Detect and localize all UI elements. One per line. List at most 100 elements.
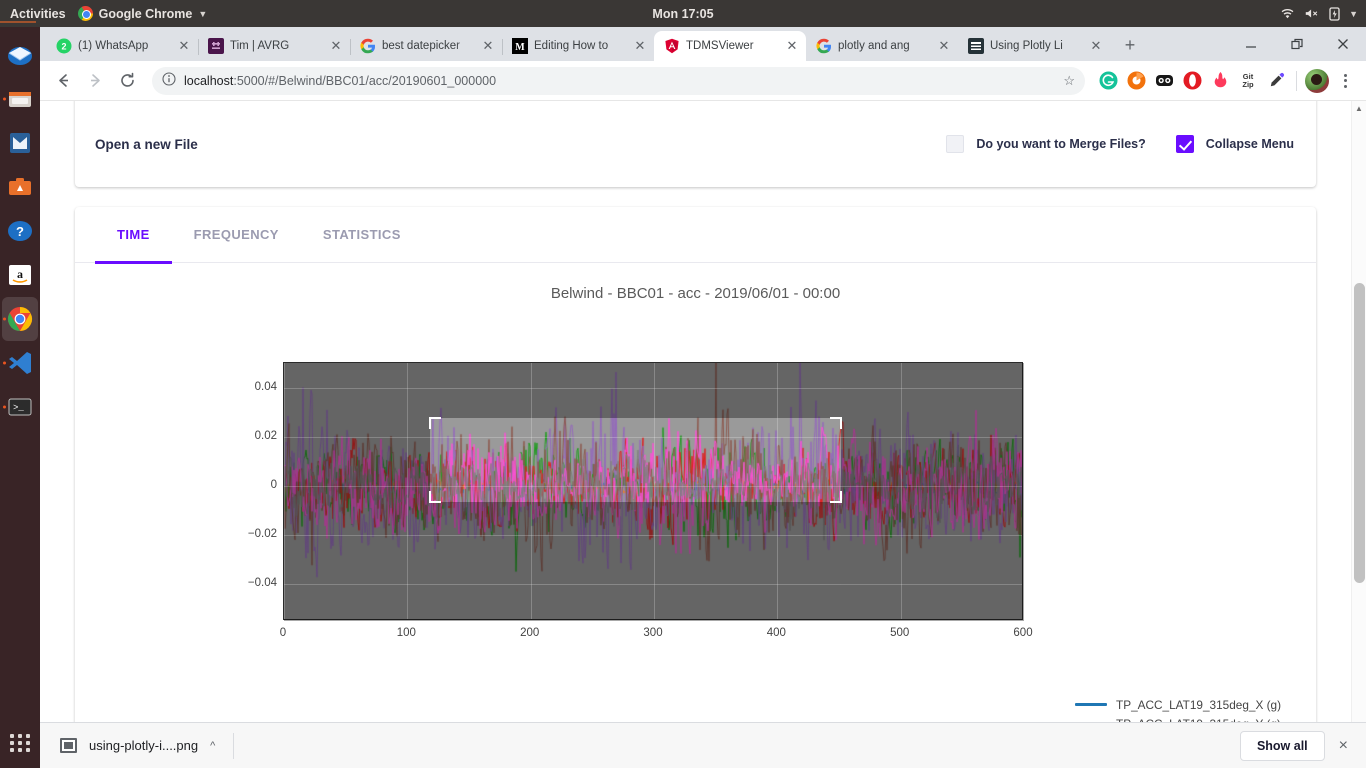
app-menu-button[interactable]: Google Chrome ▼ xyxy=(77,6,207,21)
browser-tab-whatsapp[interactable]: 2 (1) WhatsApp ✕ xyxy=(46,31,199,61)
grid-dot xyxy=(17,741,22,745)
legend-item[interactable]: TP_ACC_LAT19_315deg_X (g) xyxy=(1075,695,1284,714)
terminal-icon: >_ xyxy=(6,393,34,421)
tab-statistics[interactable]: STATISTICS xyxy=(301,207,423,263)
url-host: localhost xyxy=(184,73,234,88)
selection-handle-bl[interactable] xyxy=(428,490,441,503)
browser-tab-tim-avrg[interactable]: Tim | AVRG ✕ xyxy=(198,31,351,61)
tab-time[interactable]: TIME xyxy=(95,207,172,264)
system-tray[interactable]: ▼ xyxy=(1280,6,1358,21)
chart-title: Belwind - BBC01 - acc - 2019/06/01 - 00:… xyxy=(550,285,841,302)
battery-icon xyxy=(1329,6,1340,21)
tab-title: Using Plotly Li xyxy=(990,40,1063,52)
close-icon[interactable]: ✕ xyxy=(176,38,192,54)
kebab-menu-icon[interactable] xyxy=(1332,68,1358,94)
google-chrome-icon xyxy=(6,305,34,333)
avatar[interactable] xyxy=(1304,68,1330,94)
dock-item-google-chrome[interactable] xyxy=(2,297,38,341)
close-icon[interactable]: ✕ xyxy=(784,38,800,54)
close-icon[interactable] xyxy=(1320,27,1366,61)
new-tab-button[interactable]: + xyxy=(1116,31,1144,59)
restore-icon[interactable] xyxy=(1274,27,1320,61)
files-icon xyxy=(6,85,34,113)
page-scrollbar[interactable]: ▲ xyxy=(1351,101,1366,768)
hotjar-icon[interactable] xyxy=(1207,68,1233,94)
reload-button[interactable] xyxy=(112,66,142,96)
medium-icon: M xyxy=(512,38,528,54)
tab-strip: 2 (1) WhatsApp ✕ Tim | AVRG ✕ best datep… xyxy=(40,27,1366,61)
tab-title: Tim | AVRG xyxy=(230,40,290,52)
show-applications-button[interactable] xyxy=(5,728,35,758)
checkbox-box[interactable] xyxy=(1175,135,1194,153)
chrome-icon xyxy=(77,6,93,21)
libreoffice-writer-icon xyxy=(6,129,34,157)
tab-frequency[interactable]: FREQUENCY xyxy=(172,207,301,263)
dock-item-visual-studio-code[interactable] xyxy=(2,341,38,385)
volume-muted-icon xyxy=(1304,7,1320,20)
info-circle-icon[interactable] xyxy=(162,72,176,89)
selection-handle-tl[interactable] xyxy=(428,417,441,430)
firefox-send-icon[interactable] xyxy=(1123,68,1149,94)
grammarly-icon[interactable] xyxy=(1095,68,1121,94)
dim-bottom xyxy=(429,501,842,621)
scrollbar-thumb[interactable] xyxy=(1354,283,1365,583)
gitzip-icon[interactable]: Git Zip xyxy=(1235,68,1261,94)
article-icon xyxy=(968,38,984,54)
download-item[interactable]: using-plotly-i....png ^ xyxy=(52,738,215,753)
browser-tab-using-plotly[interactable]: Using Plotly Li ✕ xyxy=(958,31,1110,61)
grid-dot xyxy=(9,741,14,745)
plotly-chart[interactable]: Belwind - BBC01 - acc - 2019/06/01 - 00:… xyxy=(75,263,1316,768)
forward-button[interactable] xyxy=(80,66,110,96)
close-icon[interactable]: ✕ xyxy=(936,38,952,54)
dock-item-help[interactable]: ? xyxy=(2,209,38,253)
close-icon[interactable]: ✕ xyxy=(1088,38,1104,54)
zoom-selection-box[interactable] xyxy=(428,417,843,503)
view-tabs: TIME FREQUENCY STATISTICS xyxy=(75,207,1316,264)
x-tick-label: 300 xyxy=(643,627,663,639)
scroll-up-icon[interactable]: ▲ xyxy=(1352,101,1366,116)
star-icon[interactable]: ☆ xyxy=(1063,73,1075,89)
activities-button[interactable]: Activities xyxy=(0,6,78,23)
selection-handle-br[interactable] xyxy=(830,490,843,503)
gridline-vertical xyxy=(777,363,779,619)
back-button[interactable] xyxy=(48,66,78,96)
y-tick-label: 0 xyxy=(270,478,277,491)
dock-item-amazon[interactable]: a xyxy=(2,253,38,297)
dock-item-libreoffice-writer[interactable] xyxy=(2,121,38,165)
page-content: Open a new File Do you want to Merge Fil… xyxy=(40,101,1351,768)
plot-area[interactable] xyxy=(283,362,1025,621)
pocket-icon[interactable] xyxy=(1151,68,1177,94)
close-shelf-icon[interactable]: × xyxy=(1339,737,1354,755)
browser-tab-tdmsviewer[interactable]: TDMSViewer ✕ xyxy=(654,31,806,61)
dock-item-thunderbird[interactable] xyxy=(2,33,38,77)
show-all-downloads-button[interactable]: Show all xyxy=(1239,730,1325,761)
browser-tab-editing-how-to[interactable]: M Editing How to ✕ xyxy=(502,31,654,61)
gridline-vertical xyxy=(407,363,409,619)
shelf-divider xyxy=(233,732,235,759)
dock-item-ubuntu-software[interactable] xyxy=(2,165,38,209)
browser-tab-best-datepicker[interactable]: best datepicker ✕ xyxy=(350,31,503,61)
checkbox-box[interactable] xyxy=(946,135,965,153)
tab-title: Editing How to xyxy=(534,40,609,52)
selection-handle-tr[interactable] xyxy=(830,417,843,430)
browser-tab-plotly-and-angular[interactable]: plotly and ang ✕ xyxy=(806,31,958,61)
colorpicker-icon[interactable] xyxy=(1263,68,1289,94)
window-controls xyxy=(1228,27,1366,61)
dock-item-files[interactable] xyxy=(2,77,38,121)
close-icon[interactable]: ✕ xyxy=(480,38,496,54)
gridline-horizontal xyxy=(284,584,1022,586)
minimize-icon[interactable] xyxy=(1228,27,1274,61)
grid-dot xyxy=(26,748,31,752)
close-icon[interactable]: ✕ xyxy=(328,38,344,54)
opera-icon[interactable] xyxy=(1179,68,1205,94)
dock-item-terminal[interactable]: >_ xyxy=(2,385,38,429)
ubuntu-software-icon xyxy=(6,173,34,201)
collapse-menu-label: Collapse Menu xyxy=(1205,137,1294,151)
close-icon[interactable]: ✕ xyxy=(632,38,648,54)
merge-files-checkbox[interactable]: Do you want to Merge Files? xyxy=(946,135,1146,153)
activities-label: Activities xyxy=(10,6,66,21)
chevron-up-icon[interactable]: ^ xyxy=(210,740,215,752)
collapse-menu-checkbox[interactable]: Collapse Menu xyxy=(1175,135,1294,153)
address-bar[interactable]: localhost:5000/#/Belwind/BBC01/acc/20190… xyxy=(152,66,1085,95)
tab-title: (1) WhatsApp xyxy=(78,40,149,52)
